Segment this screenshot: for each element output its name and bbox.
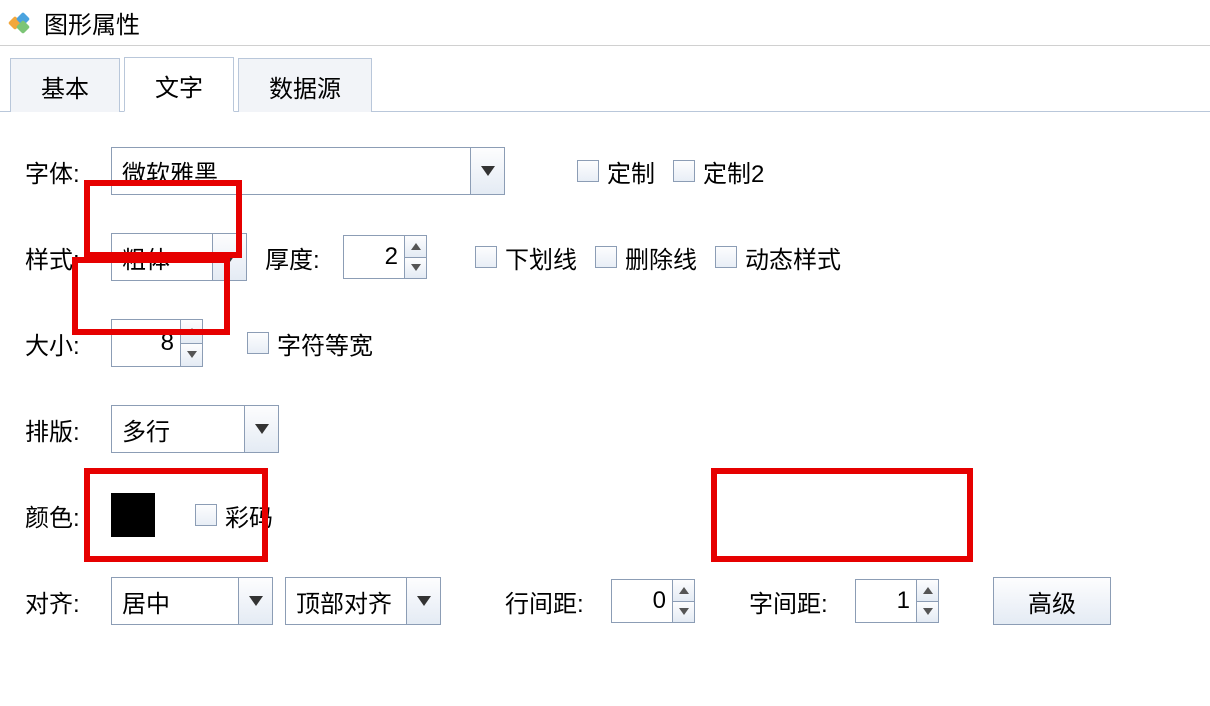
thickness-up[interactable] — [405, 236, 426, 257]
font-label: 字体: — [25, 154, 93, 189]
titlebar: 图形属性 — [0, 0, 1210, 46]
tab-bar: 基本 文字 数据源 — [0, 56, 1210, 112]
chevron-down-icon — [411, 264, 421, 271]
checkbox-box — [195, 504, 217, 526]
checkbox-box — [673, 160, 695, 182]
style-label: 样式: — [25, 240, 93, 275]
custom1-label: 定制 — [607, 154, 655, 189]
monospace-checkbox[interactable]: 字符等宽 — [247, 326, 373, 361]
row-color: 颜色: 彩码 — [25, 491, 1192, 539]
strikethrough-label: 删除线 — [625, 240, 697, 275]
charspacing-label: 字间距: — [749, 584, 837, 619]
align-h-dropdown-button[interactable] — [238, 578, 272, 624]
row-font: 字体: 微软雅黑 定制 定制2 — [25, 147, 1192, 195]
row-size: 大小: 字符等宽 — [25, 319, 1192, 367]
dynamicstyle-label: 动态样式 — [745, 240, 841, 275]
linespacing-label: 行间距: — [505, 584, 593, 619]
size-up[interactable] — [181, 320, 202, 343]
strikethrough-checkbox[interactable]: 删除线 — [595, 240, 697, 275]
color-swatch[interactable] — [111, 493, 155, 537]
chevron-down-icon — [923, 608, 933, 615]
thickness-down[interactable] — [405, 257, 426, 279]
tab-datasource[interactable]: 数据源 — [238, 58, 372, 112]
align-h-value: 居中 — [112, 578, 238, 624]
underline-label: 下划线 — [505, 240, 577, 275]
style-dropdown-button[interactable] — [212, 234, 246, 280]
layout-dropdown-button[interactable] — [244, 406, 278, 452]
layout-label: 排版: — [25, 412, 93, 447]
color-label: 颜色: — [25, 498, 93, 533]
custom2-label: 定制2 — [703, 154, 764, 189]
tab-basic[interactable]: 基本 — [10, 58, 120, 112]
thickness-input[interactable] — [344, 236, 404, 278]
checkbox-box — [715, 246, 737, 268]
chevron-up-icon — [411, 243, 421, 250]
thickness-label: 厚度: — [265, 240, 325, 275]
font-dropdown-button[interactable] — [470, 148, 504, 194]
app-icon — [8, 10, 34, 36]
chevron-down-icon — [679, 608, 689, 615]
charspacing-up[interactable] — [917, 580, 938, 601]
row-layout: 排版: 多行 — [25, 405, 1192, 453]
chevron-down-icon — [187, 351, 197, 358]
checkbox-box — [577, 160, 599, 182]
chevron-down-icon — [417, 596, 431, 606]
linespacing-spinner[interactable] — [611, 579, 695, 623]
checkbox-box — [595, 246, 617, 268]
align-v-value: 顶部对齐 — [286, 578, 406, 624]
align-label: 对齐: — [25, 584, 93, 619]
chevron-up-icon — [923, 587, 933, 594]
form-area: 字体: 微软雅黑 定制 定制2 样式: 粗体 厚度: — [0, 112, 1210, 693]
colorcode-label: 彩码 — [225, 498, 273, 533]
font-dropdown[interactable]: 微软雅黑 — [111, 147, 505, 195]
window-title: 图形属性 — [44, 5, 140, 40]
colorcode-checkbox[interactable]: 彩码 — [195, 498, 273, 533]
charspacing-spinner[interactable] — [855, 579, 939, 623]
linespacing-input[interactable] — [612, 580, 672, 622]
custom2-checkbox[interactable]: 定制2 — [673, 154, 764, 189]
chevron-up-icon — [187, 328, 197, 335]
monospace-label: 字符等宽 — [277, 326, 373, 361]
dynamicstyle-checkbox[interactable]: 动态样式 — [715, 240, 841, 275]
size-spinner[interactable] — [111, 319, 203, 367]
charspacing-down[interactable] — [917, 601, 938, 623]
advanced-button[interactable]: 高级 — [993, 577, 1111, 625]
thickness-spinner[interactable] — [343, 235, 427, 279]
layout-value: 多行 — [112, 406, 244, 452]
row-align: 对齐: 居中 顶部对齐 行间距: 字间距: — [25, 577, 1192, 625]
size-input[interactable] — [112, 320, 180, 366]
align-v-dropdown[interactable]: 顶部对齐 — [285, 577, 441, 625]
align-h-dropdown[interactable]: 居中 — [111, 577, 273, 625]
style-dropdown[interactable]: 粗体 — [111, 233, 247, 281]
chevron-down-icon — [255, 424, 269, 434]
chevron-down-icon — [481, 166, 495, 176]
chevron-down-icon — [223, 252, 237, 262]
size-down[interactable] — [181, 343, 202, 367]
checkbox-box — [475, 246, 497, 268]
style-value: 粗体 — [112, 234, 212, 280]
charspacing-input[interactable] — [856, 580, 916, 622]
custom1-checkbox[interactable]: 定制 — [577, 154, 655, 189]
row-style: 样式: 粗体 厚度: 下划线 删除线 动态样式 — [25, 233, 1192, 281]
tab-text[interactable]: 文字 — [124, 57, 234, 112]
underline-checkbox[interactable]: 下划线 — [475, 240, 577, 275]
size-label: 大小: — [25, 326, 93, 361]
checkbox-box — [247, 332, 269, 354]
chevron-up-icon — [679, 587, 689, 594]
layout-dropdown[interactable]: 多行 — [111, 405, 279, 453]
align-v-dropdown-button[interactable] — [406, 578, 440, 624]
linespacing-up[interactable] — [673, 580, 694, 601]
font-value: 微软雅黑 — [112, 148, 470, 194]
chevron-down-icon — [249, 596, 263, 606]
linespacing-down[interactable] — [673, 601, 694, 623]
